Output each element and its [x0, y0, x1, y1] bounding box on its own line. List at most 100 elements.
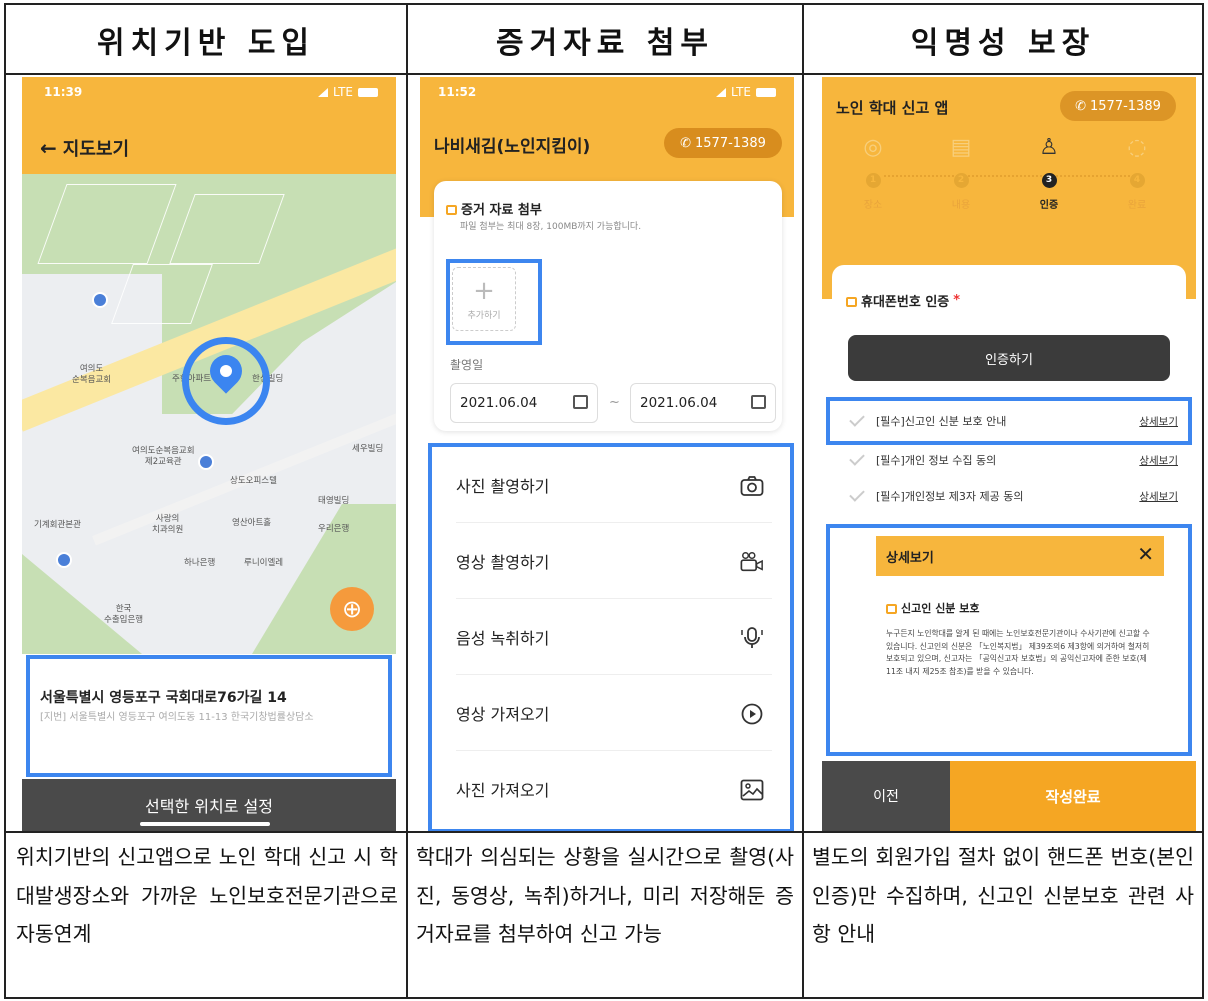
calendar-icon [573, 395, 588, 409]
details-link[interactable]: 상세보기 [1139, 414, 1178, 429]
menu-take-photo[interactable]: 사진 촬영하기 [456, 447, 772, 523]
location-icon: ◎ [863, 135, 883, 160]
phone-icon: ✆ [680, 135, 692, 151]
play-icon [740, 702, 764, 726]
prev-button[interactable]: 이전 [822, 761, 950, 831]
auth-title: 휴대폰번호 인증 * [846, 291, 960, 310]
signal-icon [318, 87, 329, 97]
document-icon: ▤ [950, 135, 972, 160]
bus-stop-icon [92, 292, 108, 308]
details-modal: 상세보기 ✕ 신고인 신분 보호 누구든지 노인학대를 알게 된 때에는 노인보… [876, 536, 1164, 750]
current-location-button[interactable]: ⊕ [330, 587, 374, 631]
menu-import-photo[interactable]: 사진 가져오기 [456, 751, 772, 827]
map-label: 영산아트홀 [232, 518, 272, 528]
battery-icon [756, 87, 776, 97]
calendar-icon [751, 395, 766, 409]
map-label: 세우빌딩 [352, 444, 384, 454]
bottom-bar: 이전 작성완료 [822, 761, 1196, 831]
verify-button[interactable]: 인증하기 [848, 335, 1170, 381]
capture-menu: 사진 촬영하기 영상 촬영하기 음성 녹취하기 영상 가져오기 사진 가져오기 [432, 447, 790, 829]
details-link[interactable]: 상세보기 [1139, 453, 1178, 468]
page-title: ← 지도보기 [40, 135, 129, 161]
status-time: 11:52 [438, 85, 477, 99]
details-link[interactable]: 상세보기 [1139, 489, 1178, 504]
app-title: 나비새김(노인지킴이) [434, 137, 591, 157]
lock-icon [886, 604, 897, 614]
phone-auth-card: 휴대폰번호 인증 * 인증하기 [832, 265, 1186, 385]
check-icon[interactable] [849, 486, 865, 502]
menu-record-audio[interactable]: 음성 녹취하기 [456, 599, 772, 675]
map-label: 상도오피스텔 [230, 476, 277, 486]
map-header: 11:39 LTE ← 지도보기 [22, 77, 396, 174]
map-label: 기계회관본관 [34, 520, 81, 530]
modal-body: 누구든지 노인학대를 알게 된 때에는 노인보호전문기관이나 수사기관에 신고할… [886, 629, 1150, 676]
date-separator: ~ [609, 395, 620, 410]
evidence-section-title: 증거 자료 첨부 [446, 199, 542, 218]
caption-location: 위치기반의 신고앱으로 노인 학대 신고 시 학대발생장소와 가까운 노인보호전… [16, 845, 398, 946]
evidence-section-sub: 파일 첨부는 최대 8장, 100MB까지 가능합니다. [460, 222, 642, 232]
hotline-button[interactable]: ✆ 1577-1389 [1060, 91, 1176, 121]
date-from-field[interactable]: 2021.06.04 [450, 383, 598, 423]
agreement-item[interactable]: [필수]개인정보 제3자 제공 동의 상세보기 [849, 479, 1178, 513]
address-sub: [지번] 서울특별시 영등포구 여의도동 11-13 한국기창법률상담소 [40, 712, 314, 723]
app-title: 노인 학대 신고 앱 [836, 99, 949, 117]
status-time: 11:39 [44, 85, 83, 99]
map-label: 사랑의 치과의원 [152, 514, 184, 535]
map-view[interactable]: 여의도 순복음교회 주현아파트 한신빌딩 여의도순복음교회 제2교육관 세우빌딩… [22, 174, 396, 654]
video-camera-icon [740, 550, 764, 574]
hotline-number: 1577-1389 [695, 135, 766, 151]
column-divider [406, 5, 408, 997]
map-label: 우리은행 [318, 524, 350, 534]
details-modal-highlight: 상세보기 ✕ 신고인 신분 보호 누구든지 노인학대를 알게 된 때에는 노인보… [826, 524, 1192, 756]
map-label: 루니이엘레 [244, 558, 284, 568]
network-label: LTE [333, 85, 353, 99]
caption-divider [6, 831, 1202, 833]
feature-table: 위치기반 도입 증거자료 첨부 익명성 보장 11:39 LTE ← 지도보기 [4, 3, 1204, 999]
map-label: 태영빌딩 [318, 496, 350, 506]
address-main: 서울특별시 영등포구 국회대로76가길 14 [40, 690, 287, 706]
image-icon [740, 778, 764, 802]
step-verify: ♙ 3 인증 [1014, 135, 1084, 211]
agreement-item[interactable]: [필수]신고인 신분 보호 안내 상세보기 [849, 404, 1178, 438]
map-label: 한국 수출입은행 [104, 604, 144, 625]
map-label: 여의도순복음교회 제2교육관 [132, 446, 195, 467]
camera-icon [740, 474, 764, 498]
caption-evidence: 학대가 의심되는 상황을 실시간으로 촬영(사진, 동영상, 녹취)하거나, 미… [416, 845, 794, 946]
check-icon[interactable] [849, 411, 865, 427]
step-complete: ◌ 4 완료 [1102, 135, 1172, 211]
menu-record-video[interactable]: 영상 촬영하기 [456, 523, 772, 599]
microphone-icon [740, 626, 764, 650]
submit-button[interactable]: 작성완료 [950, 761, 1196, 831]
modal-title: 상세보기 ✕ [876, 536, 1164, 576]
map-label: 하나은행 [184, 558, 216, 568]
network-label: LTE [731, 85, 751, 99]
map-label: 여의도 순복음교회 [72, 364, 112, 385]
heading-anonymity: 익명성 보장 [910, 26, 1096, 61]
signal-icon [716, 87, 727, 97]
date-to-field[interactable]: 2021.06.04 [630, 383, 776, 423]
check-icon[interactable] [849, 450, 865, 466]
home-indicator [140, 822, 270, 826]
heading-location: 위치기반 도입 [96, 26, 316, 61]
agreement-item[interactable]: [필수]개인 정보 수집 동의 상세보기 [849, 443, 1178, 477]
step-content: ▤ 2 내용 [926, 135, 996, 211]
crosshair-icon: ⊕ [341, 595, 363, 623]
bus-stop-icon [56, 552, 72, 568]
close-icon[interactable]: ✕ [1137, 542, 1154, 566]
user-check-icon: ♙ [1039, 135, 1059, 160]
add-attachment-highlight [446, 259, 542, 345]
evidence-screen: 11:52 LTE 나비새김(노인지킴이) ✆ 1577-1389 증거 자료 … [420, 77, 794, 831]
heading-evidence: 증거자료 첨부 [495, 26, 715, 61]
hotline-number: 1577-1389 [1090, 98, 1161, 114]
menu-import-video[interactable]: 영상 가져오기 [456, 675, 772, 751]
status-bar: 11:52 LTE [420, 83, 794, 103]
back-arrow-icon[interactable]: ← [40, 136, 57, 160]
status-bar: 11:39 LTE [22, 83, 396, 103]
modal-subtitle: 신고인 신분 보호 [886, 600, 980, 616]
map-screen: 11:39 LTE ← 지도보기 여의도 순복음교회 주현아파트 한신빌딩 여의… [22, 77, 396, 831]
hotline-button[interactable]: ✆ 1577-1389 [664, 128, 782, 158]
caption-anonymity: 별도의 회원가입 절차 없이 핸드폰 번호(본인인증)만 수집하며, 신고인 신… [812, 845, 1194, 946]
lock-icon [846, 296, 857, 307]
anonymity-screen: 노인 학대 신고 앱 ✆ 1577-1389 ◎ 1 장소 ▤ 2 내용 ♙ 3… [822, 77, 1196, 831]
selected-address-box: 서울특별시 영등포구 국회대로76가길 14 [지번] 서울특별시 영등포구 여… [26, 655, 392, 777]
